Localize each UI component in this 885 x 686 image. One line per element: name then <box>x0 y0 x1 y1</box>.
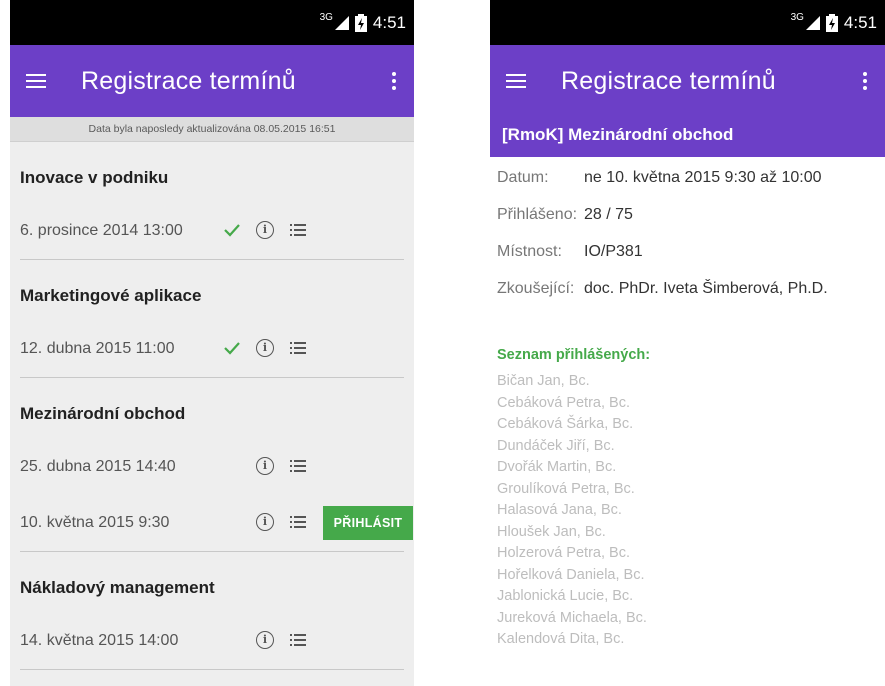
term-row[interactable]: 12. dubna 2015 11:00 i <box>10 321 414 377</box>
app-title: Registrace termínů <box>561 66 776 95</box>
info-icon[interactable]: i <box>256 513 274 531</box>
left-screen: 3G 4:51 Registrace termínů Data byla nap… <box>10 0 414 686</box>
list-icon[interactable] <box>290 460 306 472</box>
student-name: Dvořák Martin, Bc. <box>497 459 617 475</box>
detail-row: Místnost: IO/P381 <box>490 233 885 270</box>
signal-icon <box>334 16 349 30</box>
exam-title: [RmoK] Mezinárodní obchod <box>490 117 885 157</box>
term-row[interactable]: 25. dubna 2015 14:40 i <box>10 439 414 495</box>
list-icon[interactable] <box>290 342 306 354</box>
status-time: 4:51 <box>843 13 877 32</box>
subject-title: Inovace v podniku <box>20 168 169 187</box>
signal-icon <box>805 16 820 30</box>
check-icon <box>224 224 240 237</box>
subject-item: Marketingové aplikace 12. dubna 2015 11:0… <box>10 260 414 377</box>
student-name: Cebáková Petra, Bc. <box>497 394 630 411</box>
detail-label: Přihlášeno: <box>497 205 578 223</box>
app-title: Registrace termínů <box>81 66 296 95</box>
app-bar: Registrace termínů <box>10 45 414 117</box>
menu-icon[interactable] <box>26 74 46 88</box>
subject-title: Mezinárodní obchod <box>20 404 186 423</box>
info-icon[interactable]: i <box>256 631 274 649</box>
detail-row: Datum: ne 10. května 2015 9:30 až 10:00 <box>490 159 885 196</box>
subject-item: Nákladový management 14. května 2015 14:0… <box>10 552 414 669</box>
student-name: Jablonická Lucie, Bc. <box>497 588 634 604</box>
student-name: Hloušek Jan, Bc. <box>497 523 606 540</box>
detail-label: Datum: <box>497 168 549 186</box>
subject-list: Inovace v podniku 6. prosince 2014 13:00 i… <box>10 142 414 670</box>
detail-value: IO/P381 <box>584 242 643 260</box>
battery-icon <box>354 14 367 32</box>
detail-value: 28 / 75 <box>584 205 633 223</box>
student-name: Bičan Jan, Bc. <box>497 373 590 389</box>
detail-label: Zkoušející: <box>497 279 575 297</box>
list-icon[interactable] <box>290 634 306 646</box>
student-name: Groulíková Petra, Bc. <box>497 480 635 497</box>
subject-item: Inovace v podniku 6. prosince 2014 13:00 i <box>10 142 414 259</box>
term-date: 6. prosince 2014 13:00 <box>20 222 183 239</box>
student-name: Jureková Michaela, Bc. <box>497 609 647 626</box>
subject-title: Nákladový management <box>20 578 215 597</box>
divider <box>20 669 404 670</box>
status-bar: 3G 4:51 <box>10 0 414 45</box>
overflow-icon[interactable] <box>863 72 867 90</box>
term-row[interactable]: 14. května 2015 14:00 i <box>10 613 414 669</box>
student-name: Halasová Jana, Bc. <box>497 502 622 518</box>
term-date: 14. května 2015 14:00 <box>20 632 179 649</box>
student-name: Dundáček Jiří, Bc. <box>497 437 615 454</box>
list-icon[interactable] <box>290 516 306 528</box>
menu-icon[interactable] <box>506 74 526 88</box>
term-row[interactable]: 10. května 2015 9:30 i PŘIHLÁSIT <box>10 495 414 551</box>
term-date: 10. května 2015 9:30 <box>20 514 170 531</box>
subject-item: Mezinárodní obchod 25. dubna 2015 14:40 i 1… <box>10 378 414 551</box>
student-name: Hořelková Daniela, Bc. <box>497 566 645 583</box>
term-row[interactable]: 6. prosince 2014 13:00 i <box>10 203 414 259</box>
check-icon <box>224 342 240 355</box>
detail-row: Přihlášeno: 28 / 75 <box>490 196 885 233</box>
registered-list-heading: Seznam přihlášených: <box>497 347 651 363</box>
detail-value: doc. PhDr. Iveta Šimberová, Ph.D. <box>584 279 828 297</box>
app-bar: Registrace termínů <box>490 45 885 117</box>
detail-label: Místnost: <box>497 242 562 260</box>
term-date: 12. dubna 2015 11:00 <box>20 340 175 357</box>
overflow-icon[interactable] <box>392 72 396 90</box>
exam-details: Datum: ne 10. května 2015 9:30 až 10:00 Př… <box>490 159 885 307</box>
subject-title: Marketingové aplikace <box>20 286 202 305</box>
detail-value: ne 10. května 2015 9:30 až 10:00 <box>584 168 822 186</box>
detail-row: Zkoušející: doc. PhDr. Iveta Šimberová, P… <box>490 270 885 307</box>
battery-icon <box>825 14 838 32</box>
registered-students-list: Bičan Jan, Bc. Cebáková Petra, Bc. Cebákov… <box>490 371 885 651</box>
student-name: Cebáková Šárka, Bc. <box>497 416 634 432</box>
network-type: 3G <box>790 11 804 23</box>
status-bar: 3G 4:51 <box>490 0 885 45</box>
network-type: 3G <box>319 11 333 23</box>
right-screen: 3G 4:51 Registrace termínů [RmoK] Meziná… <box>490 0 885 686</box>
list-icon[interactable] <box>290 224 306 236</box>
student-name: Kalendová Dita, Bc. <box>497 631 625 647</box>
term-date: 25. dubna 2015 14:40 <box>20 458 176 475</box>
status-time: 4:51 <box>372 13 406 32</box>
student-name: Holzerová Petra, Bc. <box>497 545 630 561</box>
info-icon[interactable]: i <box>256 457 274 475</box>
register-button[interactable]: PŘIHLÁSIT <box>323 506 413 540</box>
info-icon[interactable]: i <box>256 221 274 239</box>
info-icon[interactable]: i <box>256 339 274 357</box>
last-update-notice: Data byla naposledy aktualizována 08.05.… <box>10 117 414 142</box>
